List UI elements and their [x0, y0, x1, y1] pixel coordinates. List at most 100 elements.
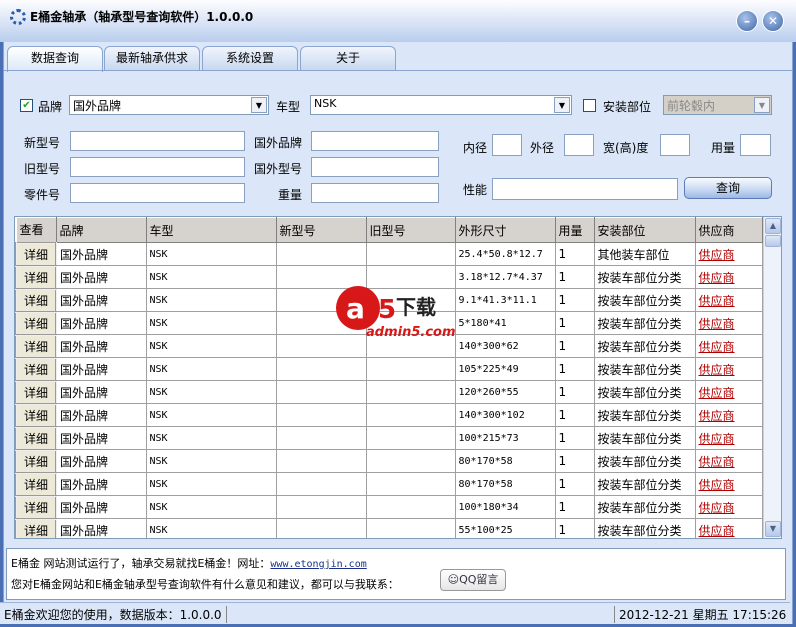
- weight-label: 重量: [278, 188, 303, 202]
- notice-line: E桶金 网站测试运行了，轴承交易就找E桶金！网址：www.etongjin.co…: [11, 555, 367, 571]
- table-row[interactable]: 详细 国外品牌 NSK 105*225*49 1 按装车部位分类 供应商: [15, 356, 763, 382]
- supplier-link[interactable]: 供应商: [699, 524, 735, 538]
- table-cell: 1: [554, 518, 595, 538]
- results-table: 查看 品牌 车型 新型号 旧型号 外形尺寸 用量 安装部位 供应商 详细 国外品牌 NSK 25.4*…: [15, 217, 763, 538]
- table-row[interactable]: 详细 国外品牌 NSK 80*170*58 1 按装车部位分类 供应商: [15, 448, 763, 474]
- table-cell: 120*260*55: [454, 380, 556, 404]
- vertical-scrollbar[interactable]: ▲ ▼: [763, 217, 781, 538]
- supplier-link[interactable]: 供应商: [699, 386, 735, 400]
- detail-button[interactable]: 详细: [15, 310, 57, 336]
- table-cell: 供应商: [694, 265, 763, 289]
- detail-button[interactable]: 详细: [15, 517, 57, 538]
- chevron-down-icon[interactable]: ▼: [554, 97, 570, 113]
- detail-button[interactable]: 详细: [15, 333, 57, 359]
- table-cell: NSK: [145, 495, 277, 519]
- minimize-button[interactable]: –: [736, 10, 758, 32]
- column-header[interactable]: 外形尺寸: [454, 217, 556, 243]
- table-cell: 按装车部位分类: [593, 472, 696, 496]
- width-input[interactable]: [660, 134, 690, 156]
- inner-diameter-input[interactable]: [492, 134, 522, 156]
- part-no-input[interactable]: [70, 183, 245, 203]
- foreign-model-input[interactable]: [311, 157, 439, 177]
- detail-button[interactable]: 详细: [15, 494, 57, 520]
- detail-button[interactable]: 详细: [15, 448, 57, 474]
- detail-button[interactable]: 详细: [15, 356, 57, 382]
- column-header[interactable]: 旧型号: [365, 217, 456, 243]
- outer-diameter-input[interactable]: [564, 134, 594, 156]
- new-no-label: 新型号: [24, 136, 61, 150]
- supplier-link[interactable]: 供应商: [699, 409, 735, 423]
- new-no-input[interactable]: [70, 131, 245, 151]
- supplier-link[interactable]: 供应商: [699, 432, 735, 446]
- brand-select-value: 国外品牌: [73, 99, 122, 113]
- table-cell: 1: [554, 357, 595, 381]
- foreign-brand-input[interactable]: [311, 131, 439, 151]
- supplier-link[interactable]: 供应商: [699, 478, 735, 492]
- results-grid: 查看 品牌 车型 新型号 旧型号 外形尺寸 用量 安装部位 供应商 详细 国外品牌 NSK 25.4*…: [14, 216, 782, 539]
- supplier-link[interactable]: 供应商: [699, 248, 735, 262]
- perf-label: 性能: [463, 183, 488, 197]
- tab-latest-supply[interactable]: 最新轴承供求: [104, 46, 200, 70]
- brand-select[interactable]: 国外品牌 ▼: [69, 95, 269, 115]
- detail-button[interactable]: 详细: [15, 264, 57, 290]
- install-checkbox[interactable]: [583, 99, 596, 112]
- scroll-thumb[interactable]: [765, 235, 781, 247]
- website-link[interactable]: www.etongjin.com: [270, 559, 366, 570]
- table-cell: [275, 403, 367, 427]
- detail-button[interactable]: 详细: [15, 241, 57, 267]
- qq-button-label: QQ留言: [459, 573, 499, 586]
- old-no-input[interactable]: [70, 157, 245, 177]
- detail-button[interactable]: 详细: [15, 402, 57, 428]
- tab-settings[interactable]: 系统设置: [202, 46, 298, 70]
- column-header[interactable]: 用量: [554, 217, 595, 243]
- inner-label: 内径: [463, 141, 488, 155]
- table-row[interactable]: 详细 国外品牌 NSK 120*260*55 1 按装车部位分类 供应商: [15, 379, 763, 405]
- detail-button[interactable]: 详细: [15, 379, 57, 405]
- svg-text:下载: 下载: [396, 295, 436, 319]
- table-cell: 按装车部位分类: [593, 334, 696, 358]
- supplier-link[interactable]: 供应商: [699, 271, 735, 285]
- table-row[interactable]: 详细 国外品牌 NSK 100*215*73 1 按装车部位分类 供应商: [15, 425, 763, 451]
- table-cell: 国外品牌: [55, 472, 147, 496]
- table-cell: [365, 403, 456, 427]
- table-cell: [365, 242, 456, 266]
- column-header[interactable]: 车型: [145, 217, 277, 243]
- supplier-link[interactable]: 供应商: [699, 363, 735, 377]
- brand-checkbox[interactable]: ✔: [20, 99, 33, 112]
- scroll-up-icon[interactable]: ▲: [765, 218, 781, 234]
- supplier-link[interactable]: 供应商: [699, 294, 735, 308]
- column-header[interactable]: 供应商: [694, 217, 763, 243]
- table-row[interactable]: 详细 国外品牌 NSK 100*180*34 1 按装车部位分类 供应商: [15, 494, 763, 520]
- column-header[interactable]: 查看: [15, 217, 57, 243]
- foreign-model-label: 国外型号: [254, 162, 303, 176]
- old-no-label: 旧型号: [24, 162, 61, 176]
- column-header[interactable]: 安装部位: [593, 217, 696, 243]
- column-header[interactable]: 品牌: [55, 217, 147, 243]
- model-select[interactable]: NSK ▼: [310, 95, 572, 115]
- supplier-link[interactable]: 供应商: [699, 455, 735, 469]
- detail-button[interactable]: 详细: [15, 287, 57, 313]
- qty-input[interactable]: [740, 134, 771, 156]
- table-row[interactable]: 详细 国外品牌 NSK 55*100*25 1 按装车部位分类 供应商: [15, 517, 763, 538]
- table-row[interactable]: 详细 国外品牌 NSK 140*300*102 1 按装车部位分类 供应商: [15, 402, 763, 428]
- column-header[interactable]: 新型号: [275, 217, 367, 243]
- scroll-down-icon[interactable]: ▼: [765, 521, 781, 537]
- query-button[interactable]: 查询: [684, 177, 772, 199]
- close-button[interactable]: ✕: [762, 10, 784, 32]
- table-row[interactable]: 详细 国外品牌 NSK 80*170*58 1 按装车部位分类 供应商: [15, 471, 763, 497]
- detail-button[interactable]: 详细: [15, 425, 57, 451]
- weight-input[interactable]: [311, 183, 439, 203]
- table-row[interactable]: 详细 国外品牌 NSK 25.4*50.8*12.7 1 其他装车部位 供应商: [15, 241, 763, 267]
- table-cell: 140*300*102: [454, 403, 556, 427]
- notice-text: E桶金 网站测试运行了，轴承交易就找E桶金！网址：: [11, 557, 271, 570]
- tab-about[interactable]: 关于: [300, 46, 396, 70]
- supplier-link[interactable]: 供应商: [699, 340, 735, 354]
- qq-message-button[interactable]: ☺QQ留言: [440, 569, 506, 591]
- performance-input[interactable]: [492, 178, 678, 200]
- tab-data-query[interactable]: 数据查询: [7, 46, 103, 72]
- table-cell: 按装车部位分类: [593, 403, 696, 427]
- supplier-link[interactable]: 供应商: [699, 317, 735, 331]
- chevron-down-icon[interactable]: ▼: [251, 97, 267, 113]
- supplier-link[interactable]: 供应商: [699, 501, 735, 515]
- detail-button[interactable]: 详细: [15, 471, 57, 497]
